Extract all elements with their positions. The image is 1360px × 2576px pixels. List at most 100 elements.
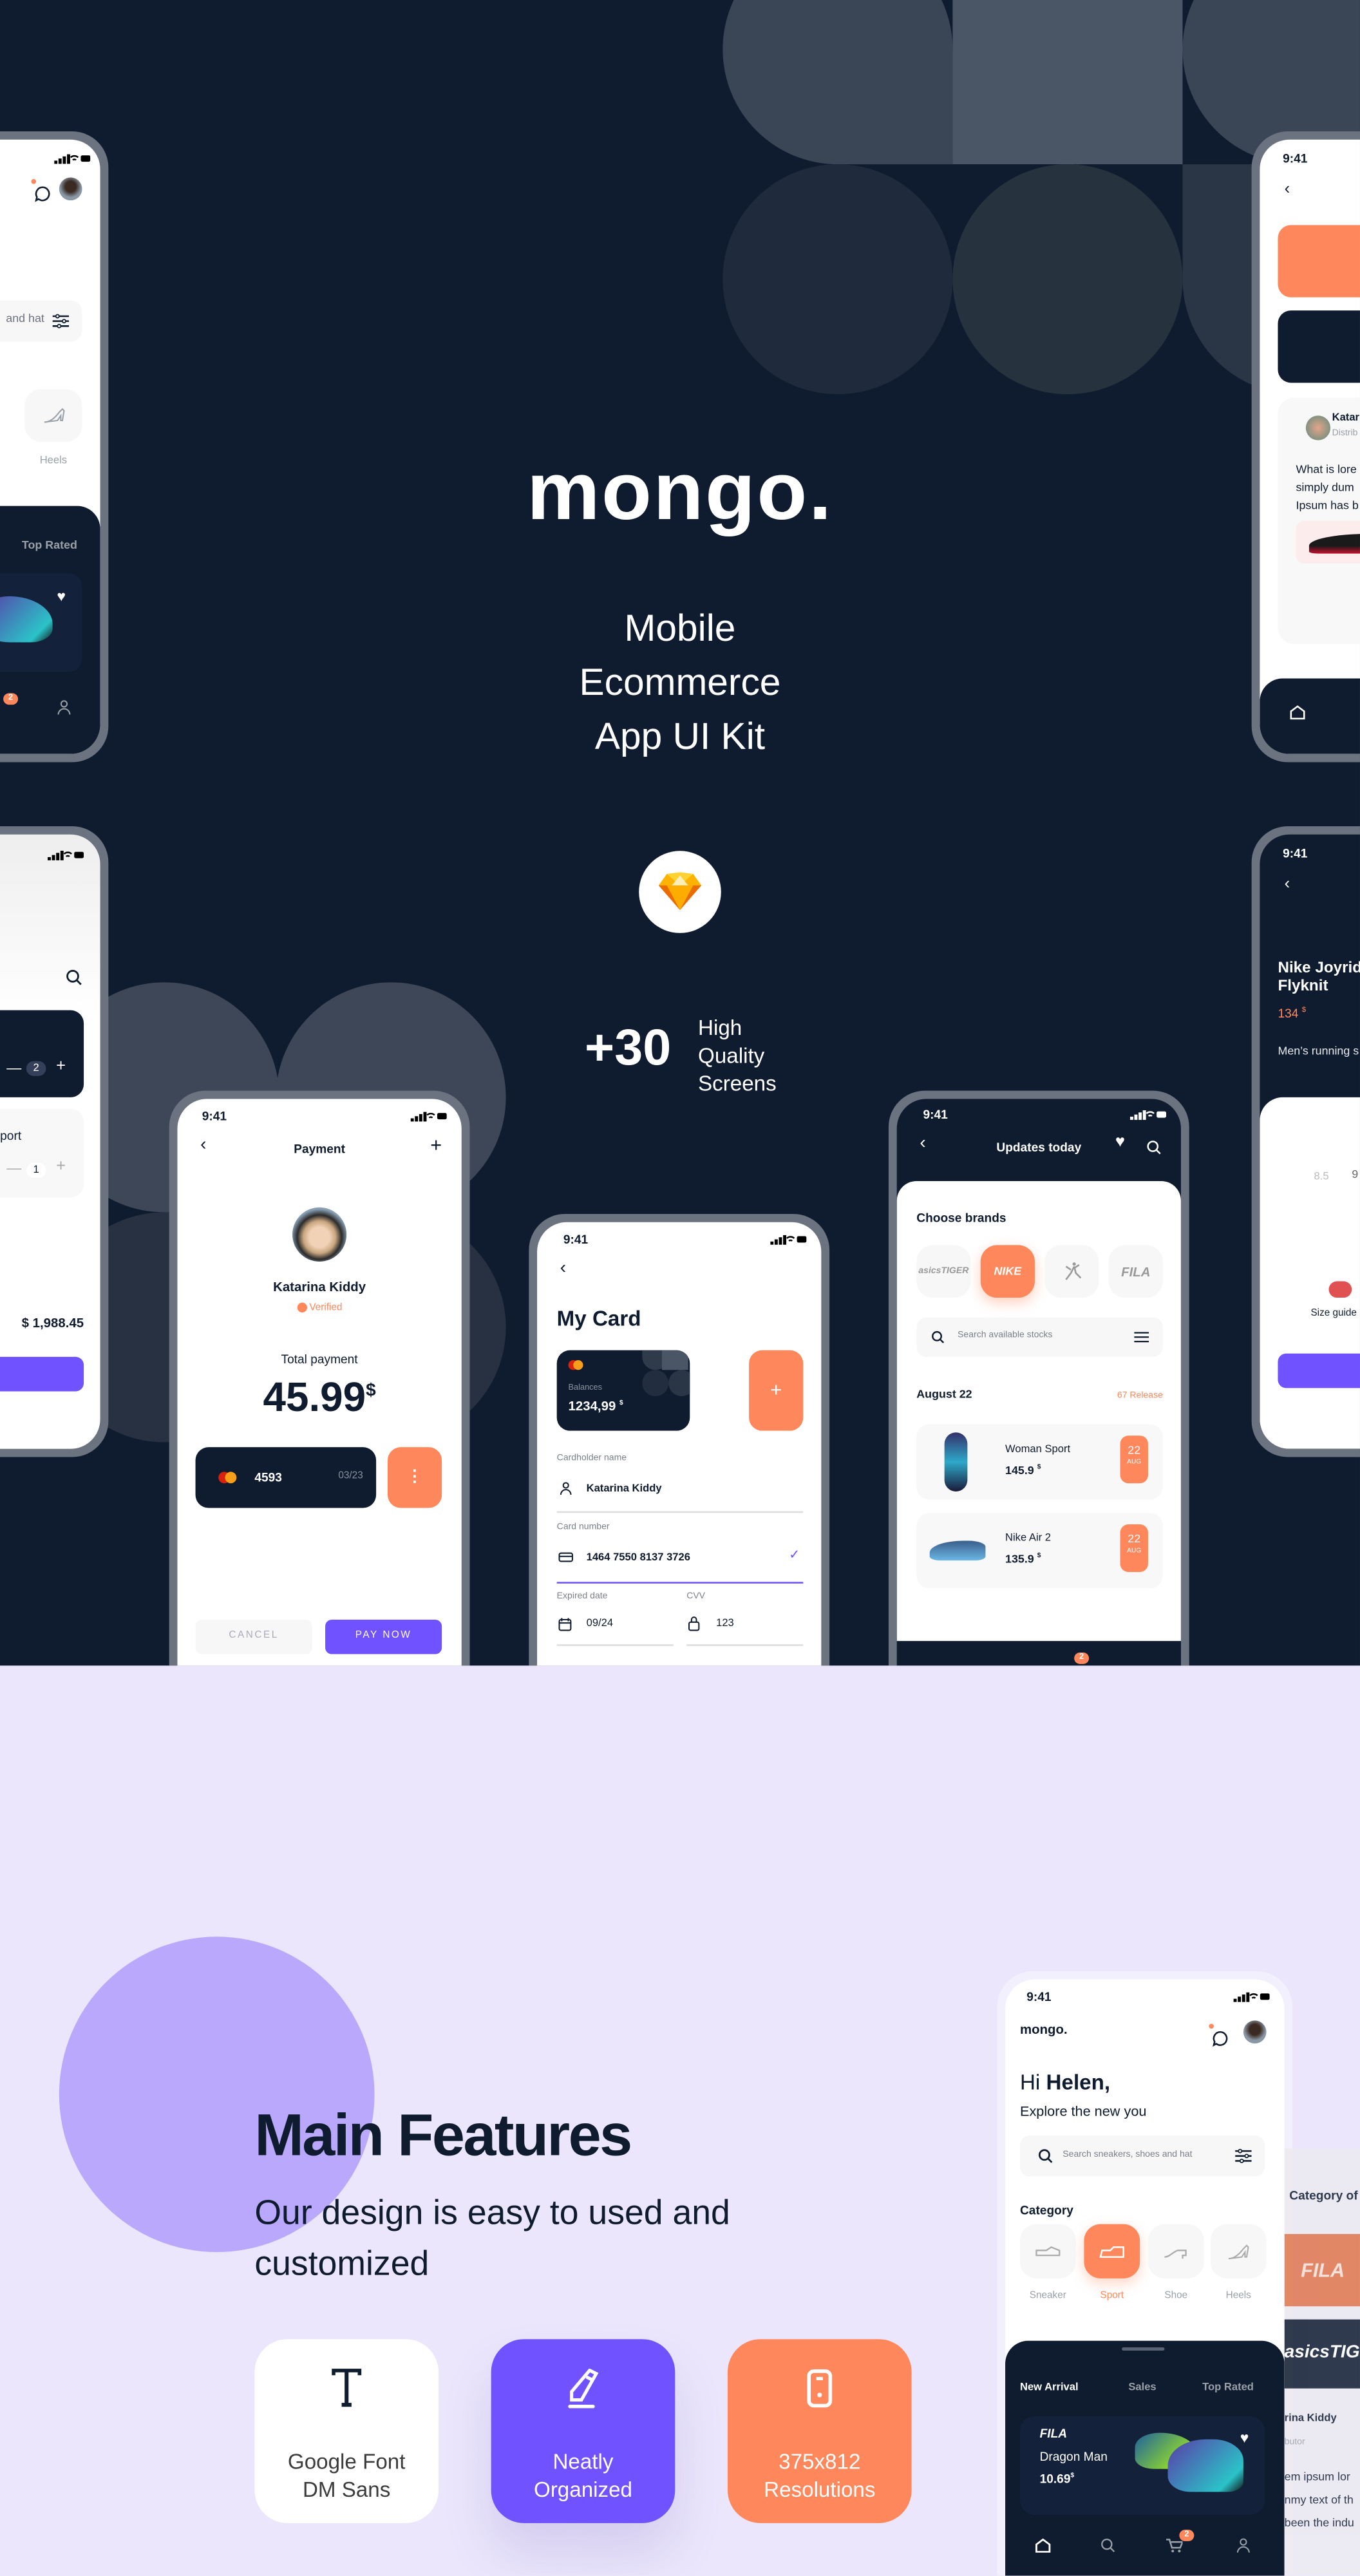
review-author: rina Kiddy	[1284, 2412, 1337, 2425]
size-option[interactable]: 8.5	[1314, 1171, 1329, 1183]
drag-handle[interactable]	[1122, 2347, 1165, 2351]
category-tile-heels[interactable]	[1210, 2224, 1267, 2278]
category-tile-sport[interactable]	[1084, 2224, 1140, 2278]
increase-button[interactable]: +	[56, 1058, 66, 1076]
cart-badge: 2	[3, 693, 19, 705]
search-icon[interactable]	[1100, 2538, 1115, 2553]
avatar[interactable]	[59, 177, 82, 201]
total-label: Total payment	[281, 1352, 358, 1367]
profile-icon[interactable]	[57, 700, 71, 715]
brand-tile-jordan[interactable]	[1044, 1245, 1099, 1298]
screen-count: +30	[585, 1018, 672, 1076]
decrease-button[interactable]: —	[6, 1059, 21, 1076]
total-amount: 45.99$	[263, 1374, 376, 1421]
feature-card-font: Google Font DM Sans	[254, 2339, 439, 2523]
phone-payment: 9:41 ‹ Payment + Katarina Kiddy Verified…	[169, 1090, 470, 1666]
product-card[interactable]: FILA Dragon Man 10.69$ ♥	[1019, 2416, 1265, 2515]
screen-title: Updates today	[996, 1140, 1082, 1155]
chat-icon[interactable]	[31, 179, 52, 211]
release-count-link[interactable]: 67 Release	[1117, 1391, 1163, 1401]
payment-card[interactable]: 4593 03/23	[195, 1447, 377, 1508]
back-icon[interactable]: ‹	[1285, 876, 1290, 894]
category-tile-shoe[interactable]	[1148, 2224, 1204, 2278]
phone-my-card: 9:41 ‹ My Card Balances 1234,99 $ + Card…	[529, 1213, 830, 1666]
release-item[interactable]: Nike Air 2 135.9 $ 22 AUG	[916, 1513, 1163, 1589]
category-tile-sneaker[interactable]	[1019, 2224, 1076, 2278]
review-text: What is lore simply dum Ipsum has b	[1296, 464, 1359, 513]
increase-button[interactable]: +	[56, 1158, 66, 1176]
screen-count-label: High Quality Screens	[698, 1014, 777, 1097]
chat-icon[interactable]	[1209, 2023, 1229, 2055]
profile-icon[interactable]	[1236, 2538, 1250, 2553]
phone-category-partial: Category of FILA asicsTIGE rina Kiddy bu…	[1284, 2148, 1360, 2576]
tab-top-rated[interactable]: Top Rated	[1202, 2382, 1254, 2394]
brand-banner-asics[interactable]: asicsTIGE	[1284, 2319, 1360, 2389]
balance-card[interactable]: Balances 1234,99 $	[556, 1350, 690, 1431]
cart-icon[interactable]	[1166, 2538, 1183, 2553]
decrease-button[interactable]: —	[6, 1160, 21, 1177]
cancel-button[interactable]: CANCEL	[195, 1619, 312, 1654]
checkout-button[interactable]	[0, 1356, 84, 1392]
heart-icon[interactable]: ♥	[57, 588, 66, 605]
product-card[interactable]: ♥	[0, 573, 82, 672]
date-badge: 22 AUG	[1120, 1435, 1148, 1484]
search-icon[interactable]	[66, 969, 82, 986]
add-to-cart-button[interactable]	[1278, 1353, 1360, 1388]
brand-banner-fila[interactable]: FILA	[1284, 2233, 1360, 2307]
product-name: Dragon Man	[1039, 2449, 1108, 2465]
add-icon[interactable]: +	[430, 1133, 442, 1157]
size-guide-icon[interactable]	[1328, 1281, 1352, 1298]
back-icon[interactable]: ‹	[1285, 181, 1290, 199]
filter-icon[interactable]	[52, 314, 70, 328]
release-item[interactable]: Woman Sport 145.9 $ 22 AUG	[916, 1424, 1163, 1500]
search-input[interactable]: and hat	[0, 300, 82, 342]
expiry-field[interactable]: 09/24	[556, 1613, 674, 1646]
phone-screen: 9:41 ‹ Payment + Katarina Kiddy Verified…	[177, 1099, 462, 1666]
bottom-sheet: Top Rated ♥ 2	[0, 506, 100, 754]
field-value: 1464 7550 8137 3726	[586, 1552, 690, 1564]
cardholder-field[interactable]: Katarina Kiddy	[556, 1479, 804, 1513]
avatar[interactable]	[1243, 2020, 1267, 2044]
pay-now-button[interactable]: PAY NOW	[325, 1619, 442, 1654]
size-guide-label[interactable]: Size guide	[1310, 1309, 1356, 1319]
cart-item[interactable]: Sport — 1 +	[0, 1108, 84, 1198]
brand-tile-asics[interactable]: asicsTIGER	[916, 1245, 971, 1298]
phone-screen: and hat Heels Top Rated ♥ 2	[0, 139, 100, 754]
sneaker-icon	[1035, 2246, 1061, 2257]
search-icon[interactable]	[1146, 1140, 1161, 1155]
home-icon[interactable]	[1289, 705, 1306, 720]
cart-badge: 2	[1074, 1653, 1090, 1664]
card-options-button[interactable]: ⋮	[387, 1447, 442, 1508]
search-input[interactable]: Search available stocks	[916, 1317, 1163, 1357]
tab-sales[interactable]: Sales	[1128, 2382, 1156, 2394]
heels-icon	[1228, 2244, 1249, 2259]
heart-icon[interactable]: ♥	[1240, 2429, 1249, 2446]
cart-item[interactable]: s — 2 +	[0, 1010, 84, 1097]
category-tile-heels[interactable]	[24, 389, 82, 442]
tab-new-arrival[interactable]: New Arrival	[1020, 2382, 1079, 2394]
brand-tile-nike[interactable]: NIKE	[980, 1245, 1035, 1298]
feature-card-organized: Neatly Organized	[491, 2339, 675, 2523]
brand-tile-fila[interactable]: FILA	[1108, 1245, 1163, 1298]
back-icon[interactable]: ‹	[560, 1258, 566, 1278]
search-placeholder: Search available stocks	[958, 1331, 1053, 1341]
status-icons	[1233, 1992, 1270, 2002]
add-card-button[interactable]: +	[749, 1350, 804, 1431]
text-type-icon	[332, 2369, 362, 2407]
search-input[interactable]: Search sneakers, shoes and hat	[1019, 2135, 1265, 2177]
cvv-field[interactable]: 123	[686, 1613, 804, 1646]
orange-banner[interactable]	[1278, 225, 1360, 298]
card-number-field[interactable]: 1464 7550 8137 3726 ✓	[556, 1547, 804, 1584]
size-option[interactable]: 9	[1352, 1170, 1358, 1181]
check-icon: ✓	[789, 1547, 800, 1562]
pencil-icon	[568, 2369, 599, 2409]
field-label: CVV	[686, 1591, 706, 1602]
heart-icon[interactable]: ♥	[1115, 1133, 1125, 1151]
tab-top-rated[interactable]: Top Rated	[22, 540, 77, 552]
sketch-diamond-icon	[658, 872, 702, 911]
home-icon[interactable]	[1035, 2538, 1052, 2553]
product-title: Nike Joyrid Flyknit	[1278, 959, 1360, 996]
dark-banner[interactable]	[1278, 310, 1360, 383]
field-value: 09/24	[586, 1618, 614, 1630]
decor-shape	[722, 0, 953, 165]
